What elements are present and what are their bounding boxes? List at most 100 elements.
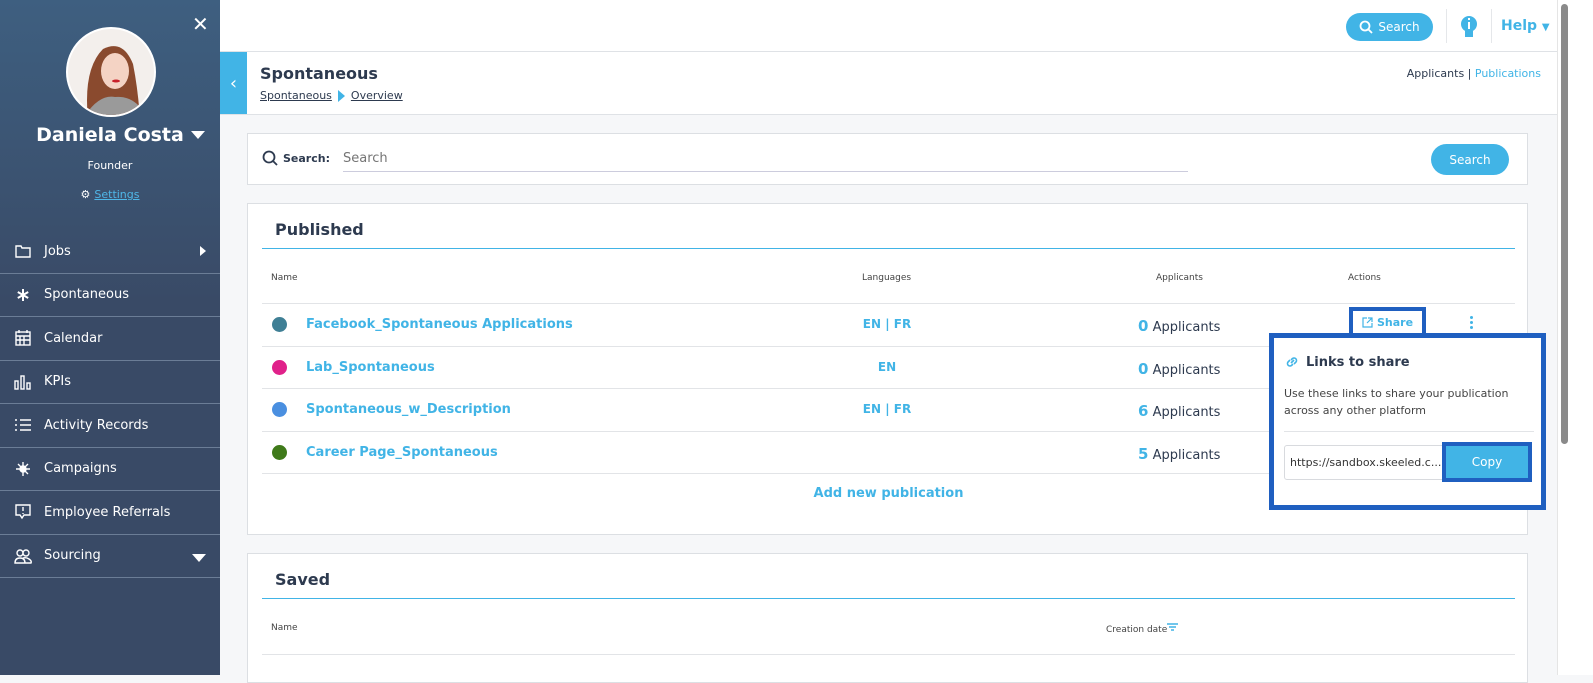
share-label: Share	[1376, 315, 1414, 329]
publication-name-link[interactable]: Lab_Spontaneous	[306, 360, 435, 375]
sidebar-item-activity-records[interactable]: Activity Records	[0, 404, 220, 448]
column-header-languages: Languages	[862, 273, 912, 283]
sidebar-item-label: Employee Referrals	[44, 504, 171, 520]
sidebar-item-calendar[interactable]: Calendar	[0, 317, 220, 361]
more-options-icon[interactable]	[1470, 316, 1474, 331]
caret-down-icon: ▼	[1541, 22, 1550, 33]
status-dot-icon	[272, 317, 287, 332]
page-header: ‹ Spontaneous Spontaneous Overview Applic…	[220, 52, 1557, 115]
sidebar-item-spontaneous[interactable]: Spontaneous	[0, 274, 220, 317]
view-links: Applicants | Publications	[1407, 67, 1541, 80]
network-icon	[16, 461, 30, 476]
status-dot-icon	[272, 402, 287, 417]
breadcrumb-overview[interactable]: Overview	[351, 89, 403, 102]
published-title: Published	[275, 220, 364, 239]
sidebar-item-campaigns[interactable]: Campaigns	[0, 448, 220, 491]
publication-applicants[interactable]: 6 Applicants	[1138, 402, 1220, 420]
column-header-applicants: Applicants	[1156, 273, 1203, 283]
saved-card: Saved Name Creation date	[247, 553, 1528, 683]
settings-link-wrap: ⚙ Settings	[0, 188, 220, 201]
breadcrumb: Spontaneous Overview	[260, 89, 403, 102]
divider	[262, 654, 1515, 655]
sidebar-item-label: Jobs	[44, 243, 71, 259]
applicant-count: 5	[1138, 444, 1149, 463]
search-button[interactable]: Search	[1431, 144, 1509, 175]
sidebar-item-label: KPIs	[44, 374, 71, 390]
applicant-unit: Applicants	[1152, 362, 1221, 378]
publications-link[interactable]: Publications	[1475, 67, 1541, 80]
sidebar-item-kpis[interactable]: KPIs	[0, 361, 220, 404]
sort-filter-icon	[1167, 623, 1179, 631]
close-icon[interactable]: ✕	[192, 12, 209, 36]
sidebar-item-sourcing[interactable]: Sourcing	[0, 535, 220, 578]
breadcrumb-spontaneous[interactable]: Spontaneous	[260, 89, 332, 102]
calendar-icon	[15, 330, 31, 346]
publication-languages: EN	[877, 359, 897, 374]
status-dot-icon	[272, 444, 287, 460]
settings-link[interactable]: Settings	[94, 188, 139, 201]
external-share-icon	[1362, 316, 1373, 328]
column-header-creation-date[interactable]: Creation date	[1106, 623, 1179, 635]
status-dot-icon	[272, 359, 287, 375]
publication-applicants[interactable]: 5 Applicants	[1138, 445, 1220, 463]
user-menu-caret-icon[interactable]	[191, 131, 205, 139]
divider	[262, 248, 1515, 249]
link-icon	[1286, 357, 1298, 367]
search-card: Search: Search	[247, 133, 1528, 185]
page-title: Spontaneous	[260, 64, 378, 83]
list-icon	[15, 419, 31, 431]
sidebar-item-employee-referrals[interactable]: Employee Referrals	[0, 491, 220, 535]
scrollbar-thumb[interactable]	[1561, 4, 1568, 444]
chevron-right-icon	[200, 246, 206, 256]
publication-applicants[interactable]: 0 Applicants	[1138, 317, 1220, 335]
help-label: Help	[1501, 18, 1538, 34]
applicant-unit: Applicants	[1152, 405, 1221, 420]
sidebar-nav: Jobs Spontaneous Calendar KPIs Activity …	[0, 230, 220, 578]
separator: |	[1467, 67, 1472, 80]
publication-name-link[interactable]: Career Page_Spontaneous	[306, 445, 498, 460]
top-bar: Search Help ▼	[220, 0, 1557, 52]
saved-title: Saved	[275, 570, 331, 589]
publication-name-link[interactable]: Spontaneous_w_Description	[306, 402, 511, 417]
gear-icon: ⚙	[80, 188, 91, 201]
global-search-button[interactable]: Search	[1346, 13, 1433, 41]
publication-name-link[interactable]: Facebook_Spontaneous Applications	[306, 317, 573, 332]
publication-languages: EN | FR	[862, 317, 912, 331]
applicants-link[interactable]: Applicants	[1407, 67, 1464, 80]
bar-chart-icon	[14, 375, 31, 390]
applicant-count: 6	[1138, 402, 1149, 420]
publication-applicants[interactable]: 0 Applicants	[1138, 360, 1220, 378]
triangle-right-icon	[337, 89, 345, 102]
chevron-down-icon	[192, 553, 206, 562]
help-menu[interactable]: Help ▼	[1501, 18, 1550, 34]
scrollbar[interactable]	[1557, 0, 1593, 675]
column-header-name: Name	[271, 273, 298, 283]
back-chevron-icon[interactable]: ‹	[220, 52, 247, 114]
asterisk-icon	[17, 288, 29, 301]
column-header-actions: Actions	[1348, 273, 1381, 283]
applicant-count: 0	[1138, 317, 1149, 335]
sidebar-item-label: Campaigns	[44, 461, 117, 477]
publication-languages: EN | FR	[862, 402, 912, 416]
links-to-share-popup: Links to share Use these links to share …	[1269, 333, 1546, 510]
search-label: Search:	[283, 151, 330, 165]
creation-date-label: Creation date	[1106, 625, 1168, 635]
lightbulb-info-icon[interactable]	[1460, 15, 1478, 39]
sidebar-item-jobs[interactable]: Jobs	[0, 230, 220, 274]
share-url-field[interactable]: https://sandbox.skeeled.c...	[1284, 445, 1454, 480]
search-input[interactable]	[343, 146, 1188, 172]
sidebar-item-label: Activity Records	[44, 417, 149, 433]
applicant-unit: Applicants	[1152, 447, 1221, 463]
copy-button[interactable]: Copy	[1442, 442, 1532, 482]
divider	[1284, 431, 1534, 432]
popup-title: Links to share	[1306, 354, 1410, 370]
search-icon	[262, 150, 278, 166]
divider	[1446, 9, 1447, 43]
applicant-count: 0	[1138, 359, 1149, 378]
column-header-name: Name	[271, 623, 298, 633]
users-icon	[14, 549, 32, 564]
global-search-label: Search	[1378, 20, 1420, 34]
popup-title-wrap: Links to share	[1284, 354, 1410, 370]
avatar	[66, 27, 156, 117]
user-name[interactable]: Daniela Costa	[0, 124, 220, 146]
